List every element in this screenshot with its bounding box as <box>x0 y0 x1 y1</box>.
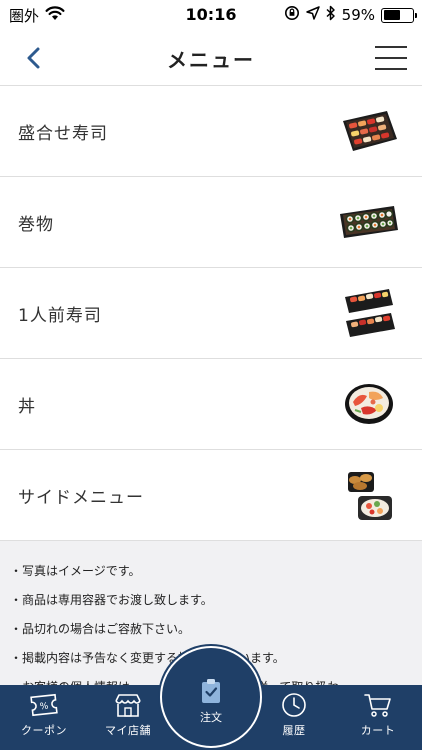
tab-history[interactable]: 履歴 <box>252 685 336 750</box>
menu-item-label: 巻物 <box>18 214 54 235</box>
menu-item-single-sushi[interactable]: 1人前寿司 <box>0 268 422 359</box>
hamburger-icon-line <box>375 57 407 59</box>
battery-level <box>383 10 401 20</box>
note-container: ・商品は専用容器でお渡し致します。 <box>10 593 213 607</box>
navigation-bar: メニュー <box>0 30 422 86</box>
battery-percent: 59% <box>341 6 375 24</box>
tab-order[interactable]: 注文 <box>160 646 262 748</box>
tab-order-label: 注文 <box>200 711 222 724</box>
hamburger-icon-line <box>375 46 407 48</box>
menu-item-label: 丼 <box>18 396 36 417</box>
menu-item-rolls[interactable]: 巻物 <box>0 177 422 268</box>
sushi-platter-image <box>334 96 404 166</box>
battery-icon <box>381 7 417 23</box>
menu-item-donburi[interactable]: 丼 <box>0 359 422 450</box>
tab-cart[interactable]: カート <box>336 685 420 750</box>
tab-my-store-label: マイ店舗 <box>105 724 151 737</box>
store-icon <box>115 694 141 717</box>
single-sushi-trays-image <box>334 278 404 348</box>
cart-icon <box>364 694 391 717</box>
tab-coupon[interactable]: % クーポン <box>2 685 86 750</box>
status-bar: 圏外 10:16 59% <box>0 0 422 30</box>
rotation-lock-icon <box>284 5 300 25</box>
coupon-icon: % <box>30 693 58 717</box>
note-photo: ・写真はイメージです。 <box>10 564 141 578</box>
hamburger-menu-button[interactable] <box>374 44 408 72</box>
note-sold-out: ・品切れの場合はご容赦下さい。 <box>10 622 191 636</box>
menu-item-assorted-sushi[interactable]: 盛合せ寿司 <box>0 86 422 177</box>
menu-category-list: 盛合せ寿司 巻物 1人前寿司 丼 サイドメニュー <box>0 86 422 541</box>
rice-bowl-image <box>334 369 404 439</box>
svg-text:%: % <box>39 702 49 713</box>
menu-item-side-menu[interactable]: サイドメニュー <box>0 450 422 541</box>
menu-item-label: サイドメニュー <box>18 487 144 508</box>
hamburger-icon-line <box>375 68 407 70</box>
menu-item-label: 盛合せ寿司 <box>18 123 108 144</box>
tab-history-label: 履歴 <box>282 724 306 737</box>
page-title: メニュー <box>167 48 255 72</box>
bluetooth-icon <box>326 5 336 25</box>
menu-item-label: 1人前寿司 <box>18 305 102 326</box>
tab-cart-label: カート <box>360 724 396 737</box>
location-arrow-icon <box>305 6 320 24</box>
tab-coupon-label: クーポン <box>21 724 67 737</box>
status-right: 59% <box>284 5 417 25</box>
tab-my-store[interactable]: マイ店舗 <box>86 685 170 750</box>
clipboard-check-icon <box>202 679 220 703</box>
side-dishes-image <box>334 460 404 530</box>
clock-icon <box>282 693 306 717</box>
sushi-rolls-image <box>334 187 404 257</box>
